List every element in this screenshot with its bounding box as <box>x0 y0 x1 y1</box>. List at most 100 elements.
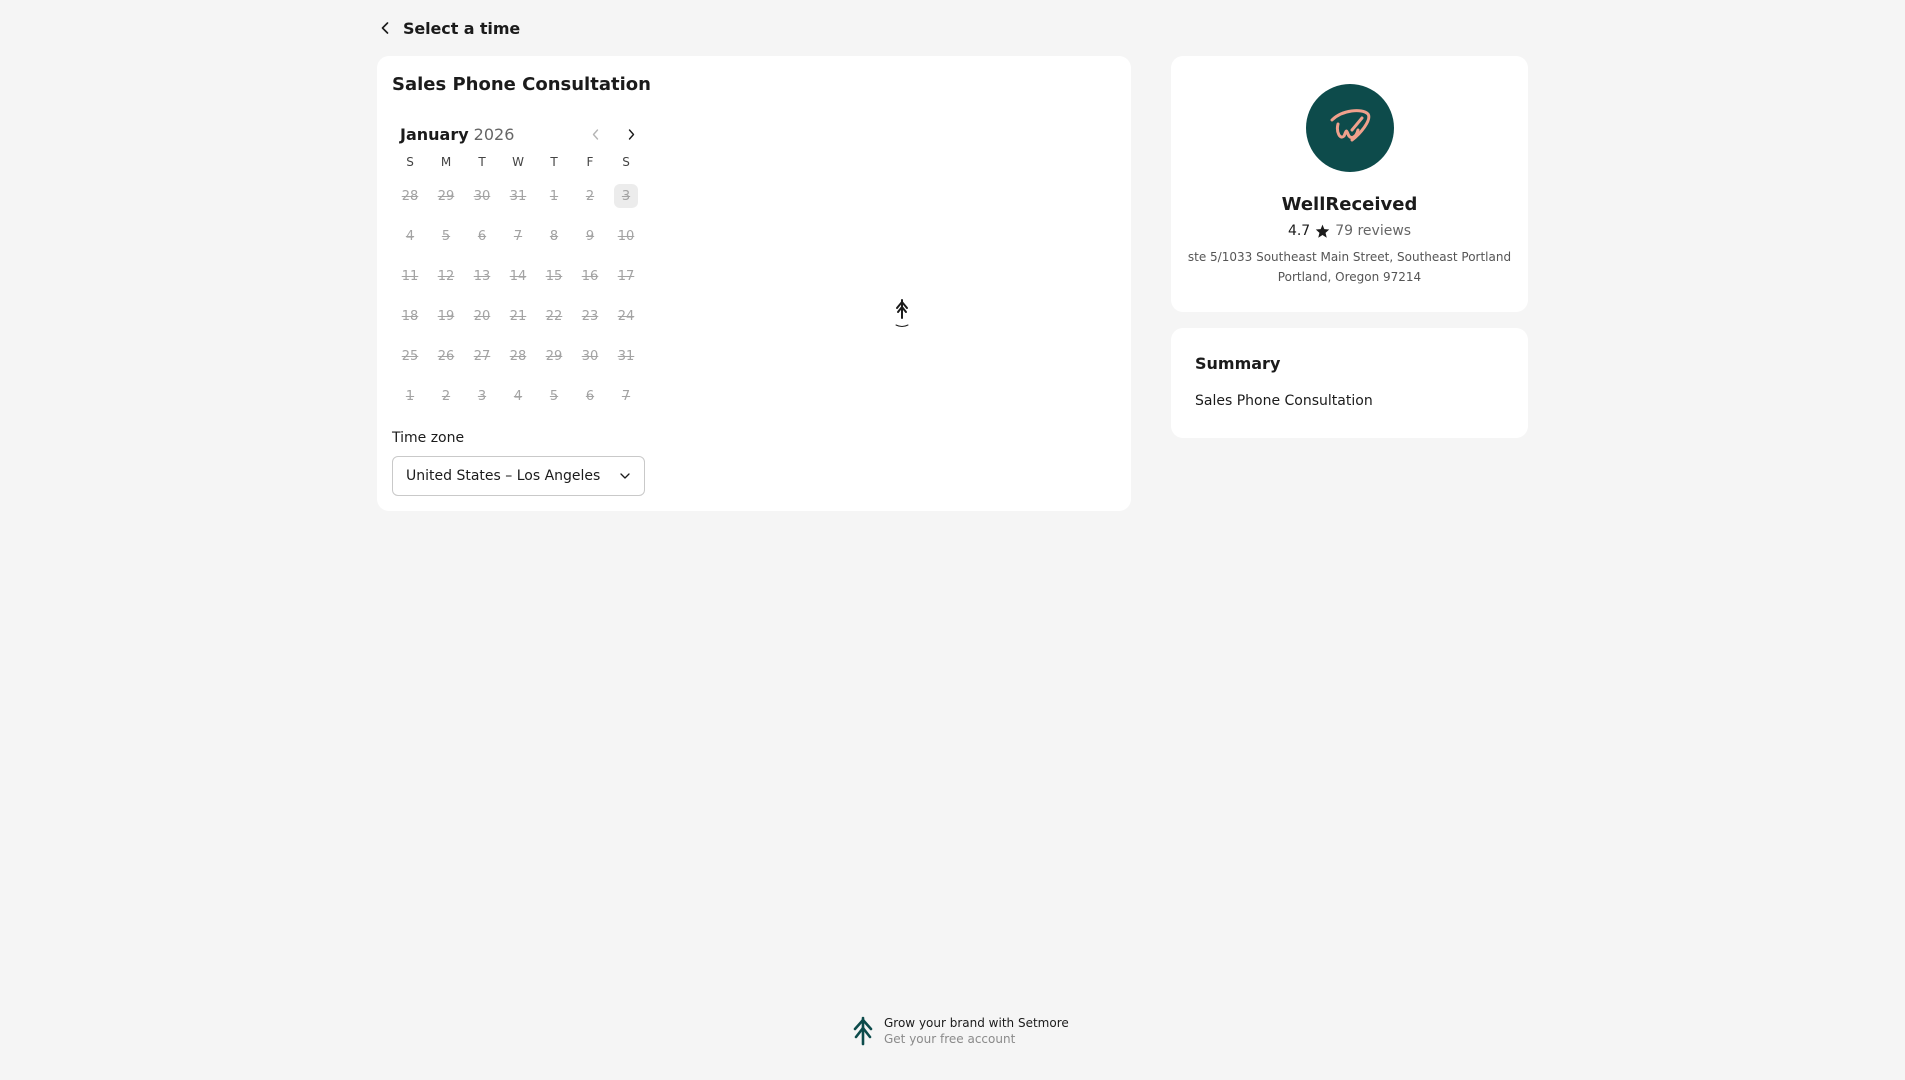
calendar-day: 31 <box>500 176 536 216</box>
calendar-day: 18 <box>392 296 428 336</box>
calendar-day: 4 <box>500 376 536 416</box>
calendar-day: 3 <box>464 376 500 416</box>
calendar-nav <box>582 122 644 146</box>
calendar-day: 11 <box>392 256 428 296</box>
calendar-day-label: 17 <box>617 268 635 284</box>
calendar-day: 5 <box>428 216 464 256</box>
calendar-day: 12 <box>428 256 464 296</box>
calendar-day-label: 29 <box>545 348 563 364</box>
chevron-left-icon <box>381 22 389 34</box>
calendar-header: January 2026 <box>392 122 644 146</box>
calendar-day: 1 <box>536 176 572 216</box>
calendar-day-label: 3 <box>614 184 638 208</box>
calendar-day-label: 28 <box>401 188 419 204</box>
calendar-day: 6 <box>572 376 608 416</box>
calendar-day-label: 7 <box>513 228 523 244</box>
weekday-label: T <box>478 155 486 169</box>
calendar-day: 27 <box>464 336 500 376</box>
calendar-day-label: 9 <box>585 228 595 244</box>
free-account-link[interactable]: Get your free account <box>884 1032 1069 1046</box>
chevron-left-icon <box>592 128 598 140</box>
calendar-day: 1 <box>392 376 428 416</box>
calendar-day-label: 24 <box>617 308 635 324</box>
calendar-day-label: 23 <box>581 308 599 324</box>
wellreceived-logo-icon <box>1330 109 1371 142</box>
weekday-label: M <box>440 155 452 169</box>
business-address-line1: ste 5/1033 Southeast Main Street, Southe… <box>1187 250 1512 264</box>
calendar-day-label: 12 <box>437 268 455 284</box>
calendar-day-label: 21 <box>509 308 527 324</box>
summary-card: Summary Sales Phone Consultation <box>1171 328 1528 438</box>
rating-value: 4.7 <box>1287 223 1311 239</box>
calendar-day-label: 4 <box>405 228 415 244</box>
calendar-day-label: 3 <box>477 388 487 404</box>
day-grid: 28 29 30 31 1 2 3 4 5 6 7 8 9 10 11 12 13 14 15 16 17 18 19 20 2… <box>392 176 644 416</box>
calendar-year: 2026 <box>473 124 515 144</box>
footer-promo[interactable]: Grow your brand with Setmore Get your fr… <box>850 1016 1069 1046</box>
summary-title: Summary <box>1195 354 1281 373</box>
weekday-label: T <box>550 155 558 169</box>
calendar-day-label: 5 <box>441 228 451 244</box>
timezone-select[interactable]: United States – Los Angeles <box>392 456 645 496</box>
calendar-day-label: 13 <box>473 268 491 284</box>
next-month-button[interactable] <box>618 122 644 146</box>
prev-month-button[interactable] <box>582 122 608 146</box>
calendar-day: 9 <box>572 216 608 256</box>
footer-text: Grow your brand with Setmore Get your fr… <box>884 1016 1069 1046</box>
calendar-day-label: 28 <box>509 348 527 364</box>
calendar-day-label: 30 <box>581 348 599 364</box>
calendar: January 2026 SMTWTFS 28 29 30 31 1 2 3 4… <box>392 122 644 416</box>
business-address-line2: Portland, Oregon 97214 <box>1277 270 1422 284</box>
calendar-day: 15 <box>536 256 572 296</box>
calendar-day: 30 <box>464 176 500 216</box>
calendar-day: 22 <box>536 296 572 336</box>
calendar-day: 21 <box>500 296 536 336</box>
calendar-day: 30 <box>572 336 608 376</box>
back-button[interactable] <box>377 18 393 38</box>
booking-page: Select a time Sales Phone Consultation J… <box>0 0 1905 1080</box>
weekday-label: W <box>512 155 524 169</box>
calendar-day-label: 7 <box>621 388 631 404</box>
calendar-day: 2 <box>428 376 464 416</box>
calendar-day-label: 11 <box>401 268 419 284</box>
calendar-day-label: 6 <box>585 388 595 404</box>
footer-headline: Grow your brand with Setmore <box>884 1016 1069 1030</box>
calendar-day-label: 1 <box>549 188 559 204</box>
calendar-day: 2 <box>572 176 608 216</box>
calendar-day-label: 5 <box>549 388 559 404</box>
calendar-day: 7 <box>608 376 644 416</box>
calendar-day: 10 <box>608 216 644 256</box>
calendar-day: 28 <box>500 336 536 376</box>
calendar-day: 28 <box>392 176 428 216</box>
calendar-day: 29 <box>536 336 572 376</box>
calendar-day-label: 26 <box>437 348 455 364</box>
calendar-day: 8 <box>536 216 572 256</box>
chevron-down-icon <box>620 473 630 479</box>
calendar-day-label: 15 <box>545 268 563 284</box>
calendar-day: 23 <box>572 296 608 336</box>
business-logo <box>1306 84 1394 172</box>
calendar-day-label: 6 <box>477 228 487 244</box>
calendar-day-label: 19 <box>437 308 455 324</box>
weekday-label: F <box>586 155 594 169</box>
calendar-day-label: 30 <box>473 188 491 204</box>
calendar-day: 4 <box>392 216 428 256</box>
calendar-day: 16 <box>572 256 608 296</box>
calendar-day-label: 22 <box>545 308 563 324</box>
calendar-day: 31 <box>608 336 644 376</box>
calendar-day-label: 14 <box>509 268 527 284</box>
rating-row: 4.7 79 reviews <box>1171 223 1528 239</box>
calendar-day: 24 <box>608 296 644 336</box>
calendar-day: 20 <box>464 296 500 336</box>
calendar-day: 7 <box>500 216 536 256</box>
calendar-day-label: 29 <box>437 188 455 204</box>
calendar-day-label: 27 <box>473 348 491 364</box>
calendar-day-label: 16 <box>581 268 599 284</box>
calendar-day-label: 31 <box>617 348 635 364</box>
calendar-month: January <box>400 124 469 144</box>
calendar-day: 14 <box>500 256 536 296</box>
calendar-day: 25 <box>392 336 428 376</box>
calendar-day: 6 <box>464 216 500 256</box>
reviews-link[interactable]: 79 reviews <box>1335 223 1411 239</box>
calendar-day-label: 18 <box>401 308 419 324</box>
